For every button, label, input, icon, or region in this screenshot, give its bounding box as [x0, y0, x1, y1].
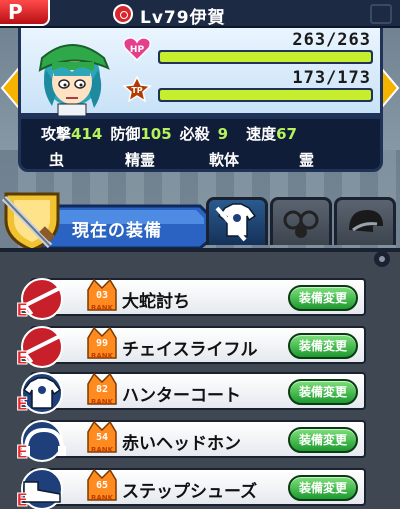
tp-value: 173/173 — [292, 68, 371, 88]
stat-values: 攻撃414 防御105 必殺 9 速度67 — [41, 123, 305, 144]
attack-value: 414 — [71, 125, 103, 143]
headphone-icon: E — [16, 420, 66, 462]
tp-row: TP 173/173 — [122, 68, 377, 106]
tp-label: TP — [131, 86, 142, 95]
change-equipment-button[interactable]: 装備変更 — [288, 475, 358, 501]
change-equipment-button[interactable]: 装備変更 — [288, 379, 358, 405]
rank-crown-icon — [87, 468, 117, 501]
hp-label: HP — [130, 45, 145, 55]
rifle-icon: E — [16, 326, 65, 368]
tp-bar — [158, 88, 373, 102]
hp-heart-icon: HP — [122, 37, 152, 62]
change-equipment-button[interactable]: 装備変更 — [288, 427, 358, 453]
trait-item: 精霊 — [125, 151, 156, 169]
svg-text:E: E — [16, 442, 28, 462]
character-name: 伊賀 — [189, 8, 226, 28]
tab-helmet[interactable] — [334, 197, 396, 245]
trait-item: 霊 — [299, 151, 315, 169]
hp-bar — [158, 50, 373, 64]
svg-text:E: E — [16, 394, 28, 414]
character-avatar — [38, 44, 110, 116]
speed-value: 67 — [276, 125, 297, 143]
target-icon — [113, 4, 133, 24]
top-header: P Lv79伊賀 — [0, 0, 400, 28]
stat-block: 攻撃414 防御105 必殺 9 速度67 虫 精霊 軟体 霊 — [18, 116, 383, 172]
speed-label: 速度 — [246, 125, 277, 143]
trait-item: 虫 — [49, 151, 65, 169]
accessory-icon — [283, 210, 319, 238]
character-level-name: Lv79伊賀 — [140, 3, 226, 28]
change-equipment-button[interactable]: 装備変更 — [288, 333, 358, 359]
helmet-icon — [349, 210, 383, 232]
tp-bar-fill — [160, 90, 371, 100]
equipment-item[interactable]: E 54 RANK 赤いヘッドホン 装備変更 — [16, 420, 366, 462]
tab-accessory[interactable] — [270, 197, 332, 245]
tab-weapon-armor[interactable] — [206, 197, 268, 245]
equipment-name: 赤いヘッドホン — [122, 434, 241, 454]
p-menu-button[interactable]: P — [0, 0, 50, 26]
special-label: 必殺 — [179, 125, 210, 143]
shield-sword-icon — [1, 192, 60, 252]
equipment-name: 大蛇討ち — [122, 292, 190, 312]
shirt-icon: E — [16, 372, 63, 414]
equipment-item[interactable]: E 82 RANK ハンターコート 装備変更 — [16, 372, 366, 414]
equipment-item[interactable]: E 65 RANK ステップシューズ 装備変更 — [16, 468, 366, 509]
equipment-title: 現在の装備 — [72, 221, 162, 241]
svg-text:E: E — [16, 490, 28, 509]
trait-item: 軟体 — [209, 151, 240, 169]
equipment-name: チェイスライフル — [122, 340, 258, 360]
hp-row: HP 263/263 — [122, 30, 377, 66]
svg-text:E: E — [16, 348, 28, 368]
equipment-name: ハンターコート — [122, 386, 241, 406]
hp-value: 263/263 — [292, 30, 371, 50]
svg-text:E: E — [16, 300, 28, 320]
defense-value: 105 — [140, 125, 172, 143]
shirt-sword-icon — [215, 203, 257, 242]
change-equipment-button[interactable]: 装備変更 — [288, 285, 358, 311]
rank-crown-icon — [87, 326, 117, 359]
equipment-item[interactable]: E 99 RANK チェイスライフル 装備変更 — [16, 326, 366, 368]
rifle-icon: E — [16, 278, 65, 320]
tp-star-icon: TP — [122, 76, 152, 102]
equipment-name: ステップシューズ — [122, 482, 258, 502]
rank-crown-icon — [87, 420, 117, 453]
rank-crown-icon — [87, 278, 117, 311]
defense-label: 防御 — [110, 125, 141, 143]
special-value: 9 — [217, 125, 229, 143]
rank-crown-icon — [87, 372, 117, 405]
level-label: Lv79 — [140, 8, 190, 28]
equipment-item[interactable]: E 03 RANK 大蛇討ち 装備変更 — [16, 278, 366, 320]
scroll-indicator-icon[interactable] — [374, 251, 390, 267]
header-frame-icon — [370, 4, 392, 24]
shoes-icon: E — [16, 468, 63, 509]
hp-bar-fill — [160, 52, 371, 62]
attack-label: 攻撃 — [41, 125, 72, 143]
